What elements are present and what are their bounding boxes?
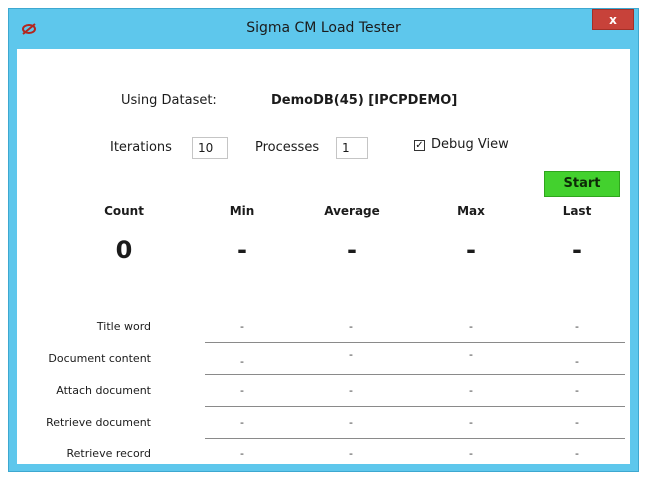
min-header: Min	[229, 204, 255, 218]
row-divider	[205, 406, 625, 407]
row-divider	[205, 374, 625, 375]
last-value: -	[572, 236, 582, 264]
max-value: -	[466, 236, 476, 264]
operation-label-document-content: Document content	[48, 352, 151, 365]
last-header: Last	[562, 204, 592, 218]
operation-cell-min: -	[240, 355, 244, 368]
operation-cell-average: -	[349, 447, 353, 460]
operation-cell-last: -	[575, 384, 579, 397]
processes-label: Processes	[255, 140, 320, 155]
operation-cell-average: -	[349, 348, 353, 361]
operation-cell-min: -	[240, 384, 244, 397]
operation-cell-min: -	[240, 416, 244, 429]
window-title: Sigma CM Load Tester	[246, 20, 401, 36]
close-button[interactable]: x	[592, 9, 634, 30]
operation-cell-average: -	[349, 384, 353, 397]
debug-view-checkbox[interactable]: ✓	[414, 140, 425, 151]
app-window: Sigma CM Load Tester x Using Dataset: De…	[8, 8, 639, 472]
title-bar[interactable]: Sigma CM Load Tester x	[9, 9, 638, 49]
operation-cell-max: -	[469, 320, 473, 333]
processes-input[interactable]: 1	[336, 137, 368, 159]
operation-cell-max: -	[469, 416, 473, 429]
operation-cell-min: -	[240, 320, 244, 333]
average-value: -	[347, 236, 357, 264]
count-value: 0	[115, 236, 133, 264]
operation-label-title-word: Title word	[96, 320, 151, 333]
row-divider	[205, 438, 625, 439]
start-button[interactable]: Start	[544, 171, 620, 197]
operation-cell-max: -	[469, 447, 473, 460]
operation-cell-average: -	[349, 320, 353, 333]
dataset-value: DemoDB(45) [IPCPDEMO]	[271, 93, 458, 108]
iterations-label: Iterations	[110, 140, 172, 155]
operation-label-retrieve-document: Retrieve document	[46, 416, 151, 429]
operation-label-attach-document: Attach document	[56, 384, 151, 397]
operation-cell-last: -	[575, 447, 579, 460]
max-header: Max	[457, 204, 485, 218]
operation-cell-average: -	[349, 416, 353, 429]
main-panel: Using Dataset: DemoDB(45) [IPCPDEMO] Ite…	[17, 49, 630, 464]
average-header: Average	[324, 204, 380, 218]
iterations-input[interactable]: 10	[192, 137, 228, 159]
operation-label-retrieve-record: Retrieve record	[66, 447, 152, 460]
operation-cell-last: -	[575, 320, 579, 333]
min-value: -	[237, 236, 247, 264]
row-divider	[205, 342, 625, 343]
operation-cell-max: -	[469, 384, 473, 397]
debug-view-label: Debug View	[431, 137, 509, 152]
operation-cell-min: -	[240, 447, 244, 460]
count-header: Count	[104, 204, 144, 218]
operation-cell-last: -	[575, 416, 579, 429]
dataset-label: Using Dataset:	[121, 93, 217, 108]
operation-cell-max: -	[469, 348, 473, 361]
operation-cell-last: -	[575, 355, 579, 368]
